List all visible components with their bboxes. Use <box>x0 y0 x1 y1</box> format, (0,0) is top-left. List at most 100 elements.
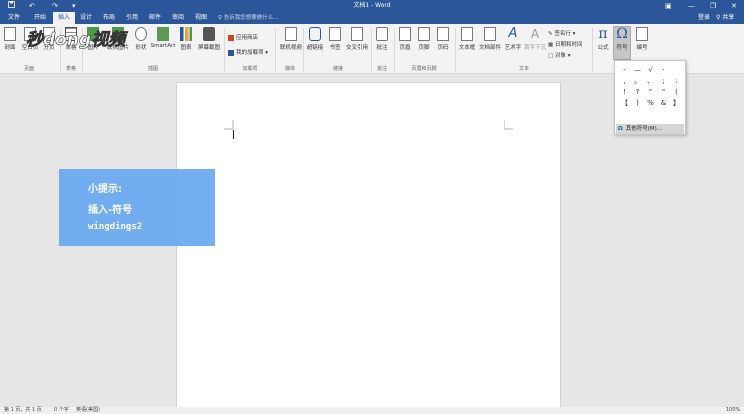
close-icon[interactable]: ✕ <box>731 1 737 11</box>
tab-layout[interactable]: 布局 <box>100 12 118 24</box>
symbol-dropdown: - — √ · , 。 、 ; : ! ? " " ( 【 ) % & 】 Ω其… <box>614 60 686 135</box>
tab-design[interactable]: 设计 <box>77 12 95 24</box>
bookmark-button[interactable]: 书签 <box>327 27 343 51</box>
symbol-cell[interactable]: , <box>618 76 631 87</box>
bookmark-icon <box>329 27 341 41</box>
group-illustrations-label: 插图 <box>147 66 158 72</box>
share-button[interactable]: ♀ 共享 <box>716 12 734 24</box>
symbol-cell[interactable]: ( <box>670 87 683 98</box>
store-icon <box>228 34 234 41</box>
symbol-cell[interactable]: 。 <box>631 76 644 87</box>
separator <box>592 28 593 72</box>
symbol-cell[interactable]: ; <box>657 76 670 87</box>
quick-parts-icon <box>484 27 496 41</box>
more-symbols-item[interactable]: Ω 其他符号(M)... <box>616 124 684 134</box>
word-count[interactable]: 0 个字 <box>54 407 69 414</box>
separator <box>303 28 304 72</box>
online-video-button[interactable]: 联机视频 <box>278 27 304 51</box>
symbol-cell[interactable]: " <box>657 87 670 98</box>
textbox-icon <box>461 27 473 41</box>
footer-icon <box>418 27 430 41</box>
hint-title: 小提示: <box>88 184 122 195</box>
chart-button[interactable]: 图表 <box>178 27 194 51</box>
group-comments-label: 批注 <box>376 66 387 72</box>
symbol-cell[interactable]: 【 <box>618 98 631 109</box>
header-button[interactable]: 页眉 <box>397 27 413 51</box>
smartart-button[interactable]: SmartArt <box>150 27 176 49</box>
number-button[interactable]: 编号 <box>634 27 650 51</box>
tab-view[interactable]: 视图 <box>192 12 210 24</box>
screenshot-button[interactable]: 屏幕截图 <box>196 27 222 51</box>
comment-button[interactable]: 批注 <box>374 27 390 51</box>
equation-button[interactable]: π 公式 <box>595 27 611 51</box>
status-bar: 第 1 页，共 1 页 0 个字 英语(美国) 100% <box>0 407 744 414</box>
separator <box>275 28 276 72</box>
zoom-level[interactable]: 100% <box>726 407 740 414</box>
window-title: 文档1 - Word <box>353 2 391 9</box>
separator <box>455 28 456 72</box>
quick-parts-button[interactable]: 文档部件 <box>478 27 502 51</box>
my-addins-button[interactable]: 我的加载项 ▾ <box>228 48 268 56</box>
symbol-cell[interactable]: ) <box>631 98 644 109</box>
symbol-cell[interactable]: 、 <box>644 76 657 87</box>
dropcap-button[interactable]: A 首字下沉 <box>524 27 546 51</box>
tab-file[interactable]: 文件 <box>4 12 24 24</box>
object-icon: ▢ <box>548 53 555 59</box>
pi-icon: π <box>598 26 608 42</box>
cross-reference-button[interactable]: 交叉引用 <box>344 27 370 51</box>
symbol-cell[interactable]: — <box>631 65 644 76</box>
page-number-button[interactable]: 页码 <box>435 27 451 51</box>
shapes-button[interactable]: 形状 <box>133 27 149 51</box>
datetime-button[interactable]: ▦ 日期和时间 <box>548 40 582 48</box>
login-link[interactable]: 登录 <box>698 12 710 24</box>
symbol-cell[interactable]: √ <box>644 65 657 76</box>
symbol-cell[interactable]: % <box>644 98 657 109</box>
ribbon-options-icon[interactable]: ▣ <box>665 1 672 11</box>
tab-references[interactable]: 引用 <box>123 12 141 24</box>
symbol-cell[interactable]: & <box>657 98 670 109</box>
symbol-cell[interactable] <box>670 65 683 76</box>
symbol-cell[interactable]: ! <box>618 87 631 98</box>
restore-icon[interactable]: ❐ <box>710 1 716 11</box>
symbol-cell[interactable]: " <box>644 87 657 98</box>
wordart-button[interactable]: A 艺术字 <box>503 27 523 52</box>
minimize-icon[interactable]: — <box>688 1 695 11</box>
language-status[interactable]: 英语(美国) <box>76 407 100 414</box>
dropcap-icon: A <box>530 27 540 41</box>
tab-home[interactable]: 开始 <box>30 12 50 24</box>
omega-icon: Ω <box>618 126 623 132</box>
hyperlink-button[interactable]: 超链接 <box>305 27 325 51</box>
header-icon <box>399 27 411 41</box>
page-count[interactable]: 第 1 页，共 1 页 <box>4 407 42 414</box>
signature-line-button[interactable]: ✎ 签名行 ▾ <box>548 29 575 37</box>
tab-review[interactable]: 审阅 <box>169 12 187 24</box>
store-button[interactable]: 应用商店 <box>228 33 258 41</box>
symbol-button[interactable]: Ω 符号 <box>613 26 631 60</box>
cover-button[interactable]: 封面 <box>3 27 17 51</box>
footer-button[interactable]: 页脚 <box>416 27 432 51</box>
symbol-cell[interactable]: · <box>657 65 670 76</box>
object-button[interactable]: ▢ 对象 ▾ <box>548 51 570 59</box>
tab-mailings[interactable]: 邮件 <box>146 12 164 24</box>
symbol-grid: - — √ · , 。 、 ; : ! ? " " ( 【 ) % & 】 <box>618 65 684 109</box>
addins-icon <box>228 49 234 56</box>
hint-box: 小提示: 插入-符号 wingdings2 <box>59 169 215 246</box>
margin-corner-icon <box>504 120 513 130</box>
tell-me-search[interactable]: ♀ 告诉我您想要做什么... <box>218 12 279 24</box>
link-icon <box>309 27 321 41</box>
group-header-footer-label: 页眉和页脚 <box>411 66 437 72</box>
symbol-cell[interactable]: ? <box>631 87 644 98</box>
group-media-label: 媒体 <box>284 66 295 72</box>
symbol-cell[interactable]: 】 <box>670 98 683 109</box>
symbol-cell[interactable]: : <box>670 76 683 87</box>
symbol-cell[interactable]: - <box>618 65 631 76</box>
video-icon <box>285 27 297 41</box>
tab-insert[interactable]: 插入 <box>53 12 75 24</box>
textbox-button[interactable]: 文本框 <box>457 27 477 51</box>
smartart-icon <box>157 27 169 41</box>
omega-icon: Ω <box>616 26 628 42</box>
group-addins-label: 加载项 <box>242 66 258 72</box>
word-window: ↶ ↷ ▾ 文档1 - Word ▣ — ❐ ✕ 文件 开始 插入 设计 布局 … <box>0 0 744 414</box>
group-tables-label: 表格 <box>65 66 76 72</box>
number-icon <box>636 27 648 41</box>
